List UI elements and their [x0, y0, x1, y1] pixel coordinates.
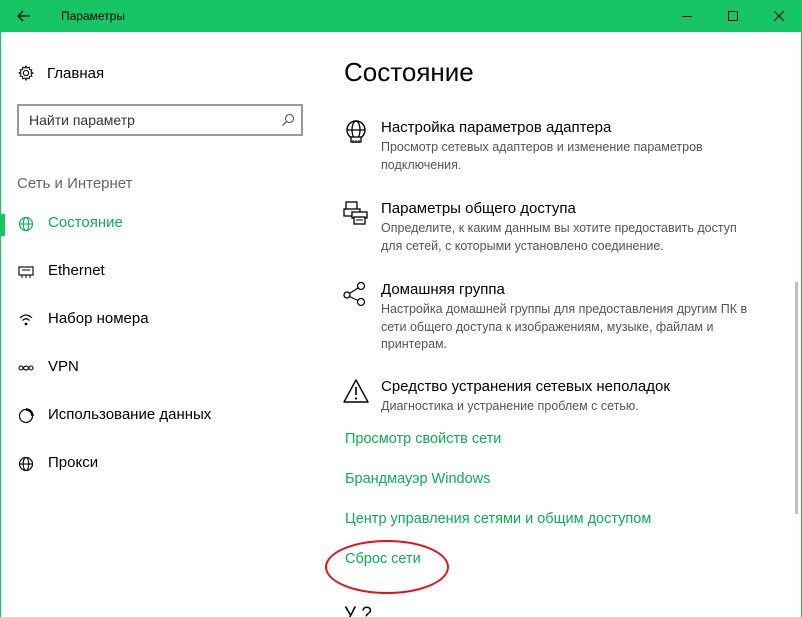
homegroup-icon [343, 281, 366, 307]
back-button[interactable] [0, 0, 48, 32]
sidebar-item-ethernet[interactable]: Ethernet [0, 252, 320, 292]
item-description: Просмотр сетевых адаптеров и изменение п… [381, 140, 703, 172]
sidebar-home[interactable]: Главная [18, 63, 104, 83]
sidebar-item-label: VPN [48, 358, 79, 375]
close-button[interactable] [756, 0, 802, 32]
item-title: Средство устранения сетевых неполадок [381, 378, 670, 395]
search-button[interactable] [281, 113, 295, 132]
data-usage-icon [18, 408, 34, 424]
maximize-icon [728, 11, 738, 21]
item-title: Домашняя группа [381, 281, 505, 298]
globe-icon [18, 216, 34, 232]
item-title: Параметры общего доступа [381, 200, 576, 217]
cutoff-heading: У ? [344, 604, 372, 617]
sharing-options-item[interactable]: Параметры общего доступа Определите, к к… [343, 200, 773, 256]
scrollbar[interactable] [795, 282, 798, 514]
adapter-globe-icon [346, 120, 366, 143]
sidebar-section-title: Сеть и Интернет [17, 175, 133, 192]
sidebar-item-label: Ethernet [48, 262, 105, 279]
minimize-icon [682, 16, 692, 17]
close-icon [774, 11, 784, 21]
search-placeholder: Найти параметр [29, 112, 135, 128]
windows-firewall-link[interactable]: Брандмауэр Windows [345, 471, 490, 487]
search-icon [282, 113, 295, 126]
sidebar-item-vpn[interactable]: VPN [0, 348, 320, 388]
sidebar-home-label: Главная [47, 64, 105, 82]
adapter-settings-item[interactable]: Настройка параметров адаптера Просмотр с… [343, 119, 773, 179]
network-sharing-center-link[interactable]: Центр управления сетями и общим доступом [345, 511, 651, 527]
sidebar-item-label: Набор номера [48, 310, 149, 327]
window-title: Параметры [61, 9, 125, 23]
gear-icon [18, 65, 34, 81]
item-description: Настройка домашней группы для предоставл… [381, 302, 748, 351]
minimize-button[interactable] [664, 0, 710, 32]
maximize-button[interactable] [710, 0, 756, 32]
item-title: Настройка параметров адаптера [381, 119, 612, 136]
view-network-properties-link[interactable]: Просмотр свойств сети [345, 431, 501, 447]
sidebar-item-status[interactable]: Состояние [0, 204, 320, 244]
ethernet-icon [18, 264, 34, 280]
sharing-printer-icon [343, 201, 368, 225]
item-description: Диагностика и устранение проблем с сетью… [381, 399, 639, 413]
sidebar-item-label: Использование данных [48, 406, 212, 423]
dialup-icon [18, 312, 34, 328]
search-input[interactable]: Найти параметр [17, 104, 303, 136]
warning-icon [343, 379, 369, 403]
item-description: Определите, к каким данным вы хотите пре… [381, 221, 737, 253]
troubleshooter-item[interactable]: Средство устранения сетевых неполадок Ди… [343, 378, 773, 418]
sidebar-item-proxy[interactable]: Прокси [0, 444, 320, 484]
title-bar: Параметры [0, 0, 802, 32]
sidebar-item-data-usage[interactable]: Использование данных [0, 396, 320, 436]
homegroup-item[interactable]: Домашняя группа Настройка домашней групп… [343, 281, 773, 351]
sidebar-item-label: Состояние [48, 214, 123, 231]
back-arrow-icon [17, 10, 30, 22]
page-title: Состояние [344, 57, 474, 87]
sidebar-item-dialup[interactable]: Набор номера [0, 300, 320, 340]
annotation-highlight-circle [325, 540, 449, 594]
vpn-icon [18, 360, 34, 376]
active-indicator [0, 214, 5, 236]
globe-icon [18, 456, 34, 472]
sidebar-item-label: Прокси [48, 454, 99, 471]
